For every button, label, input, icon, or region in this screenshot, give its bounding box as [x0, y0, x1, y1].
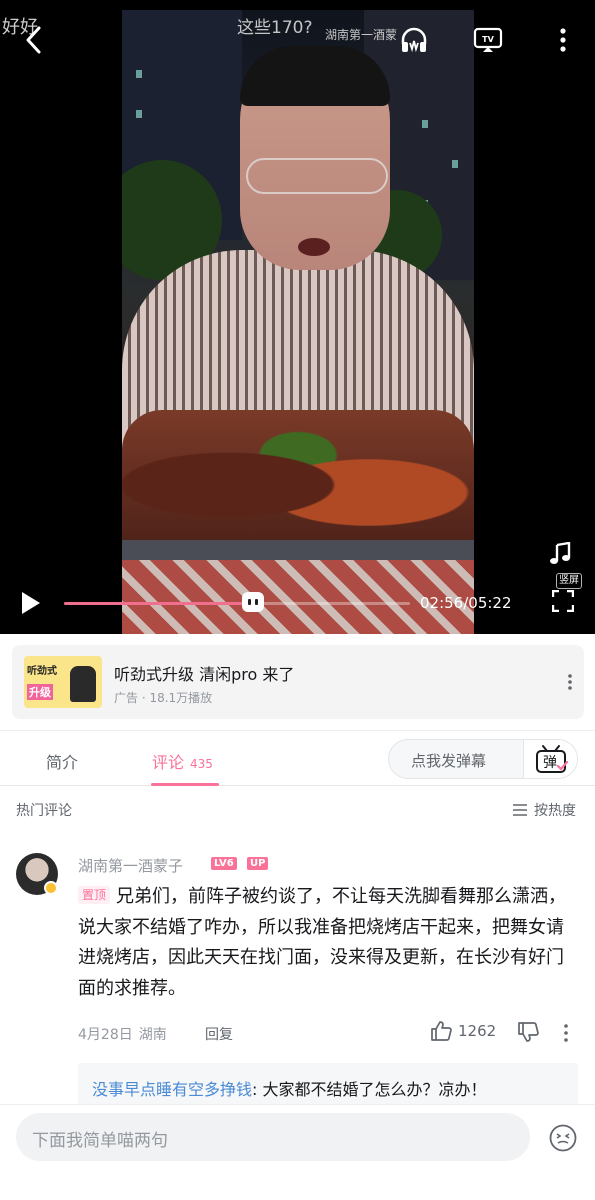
comment-body: 置顶 兄弟们，前阵子被约谈了，不让每天洗脚看舞那么潇洒，说大家不结婚了咋办，所以我… [78, 882, 578, 1004]
building-window [452, 160, 458, 168]
more-vertical-icon[interactable] [550, 24, 576, 56]
building-window [136, 70, 142, 78]
more-vertical-icon[interactable] [560, 672, 580, 692]
chair-image [70, 666, 96, 702]
comment-input-bar: 下面我简单喵两句 [0, 1104, 595, 1200]
reply-button[interactable]: 回复 [205, 1024, 233, 1044]
thumbs-up-icon [431, 1021, 452, 1041]
danmaku-button-label: 弹 [543, 755, 557, 771]
food-tray [122, 540, 474, 560]
progress-thumb-tv-icon[interactable] [242, 592, 265, 612]
more-vertical-icon[interactable] [556, 1022, 576, 1044]
up-badge: UP [247, 857, 269, 870]
sort-label: 按热度 [534, 803, 576, 819]
verified-badge-icon [44, 881, 58, 895]
hot-comments-label: 热门评论 [16, 803, 72, 819]
bbq-food [122, 410, 474, 560]
danmaku-toggle-button[interactable]: 弹 [523, 740, 577, 778]
tv-label: TV [482, 35, 494, 44]
comment-location: 湖南 [138, 1027, 167, 1043]
active-tab-underline [151, 783, 219, 786]
video-time: 02:56/05:22 [420, 594, 512, 612]
comment-meta: 4月28日 湖南 [78, 1024, 167, 1044]
danmaku-placeholder: 点我发弹幕 [411, 752, 487, 770]
building-window [422, 120, 428, 128]
like-count: 1262 [458, 1022, 497, 1040]
comment-input[interactable]: 下面我简单喵两句 [16, 1113, 530, 1161]
fullscreen-icon[interactable] [548, 586, 578, 616]
thumbs-down-icon[interactable] [517, 1022, 539, 1044]
comment-username[interactable]: 湖南第一酒蒙子 [78, 855, 183, 876]
danmaku-icon: 弹 [535, 745, 568, 773]
sort-icon [513, 804, 527, 816]
ad-card[interactable]: 听劲式 升级 听劲式升级 清闲pro 来了 广告 · 18.1万播放 [12, 645, 584, 719]
person-hair [240, 46, 390, 106]
video-frame[interactable] [122, 10, 474, 634]
ad-title: 听劲式升级 清闲pro 来了 [114, 665, 295, 684]
building-window [136, 110, 142, 118]
tab-comments-label: 评论 [152, 753, 185, 772]
person-glasses [246, 158, 388, 194]
sub-reply-author[interactable]: 没事早点睡有空多挣钱 [92, 1080, 252, 1099]
back-arrow-icon[interactable] [18, 24, 48, 56]
ad-thumbnail: 听劲式 升级 [24, 656, 102, 708]
video-watermark: 湖南第一酒蒙 [325, 28, 398, 42]
headphones-icon[interactable] [398, 24, 430, 56]
play-icon[interactable] [14, 586, 48, 620]
comment-text: 兄弟们，前阵子被约谈了，不让每天洗脚看舞那么潇洒，说大家不结婚了咋办，所以我准备… [78, 886, 567, 999]
sub-reply-text: : 大家都不结婚了怎么办？凉办！ [252, 1080, 487, 1099]
ad-thumb-text: 听劲式 [27, 666, 57, 677]
person-mouth [298, 238, 330, 256]
video-overlay-title: 这些170? [237, 18, 313, 38]
tab-bar: 简介 评论 435 点我发弹幕 弹 [0, 730, 595, 786]
ad-thumb-text: 升级 [27, 684, 53, 700]
danmaku-input[interactable]: 点我发弹幕 弹 [388, 739, 578, 779]
like-button[interactable]: 1262 [430, 1021, 496, 1041]
video-progress-bar[interactable] [64, 592, 410, 612]
tab-comments[interactable]: 评论 435 [152, 749, 213, 773]
sort-button[interactable]: 按热度 [512, 800, 576, 820]
video-player[interactable]: 好好 这些170? 湖南第一酒蒙 TV 竖屏 02:56/05:22 [0, 0, 595, 634]
tv-cast-icon[interactable]: TV [472, 24, 504, 56]
comment-count: 435 [190, 757, 213, 771]
emoji-icon[interactable] [548, 1123, 578, 1153]
video-progress-fill [64, 602, 254, 605]
level-badge: LV6 [211, 857, 237, 870]
tab-intro[interactable]: 简介 [46, 749, 78, 773]
music-note-icon[interactable] [546, 540, 574, 568]
pinned-tag: 置顶 [78, 886, 111, 904]
comment-date: 4月28日 [78, 1027, 133, 1043]
ad-meta: 广告 · 18.1万播放 [114, 691, 213, 705]
